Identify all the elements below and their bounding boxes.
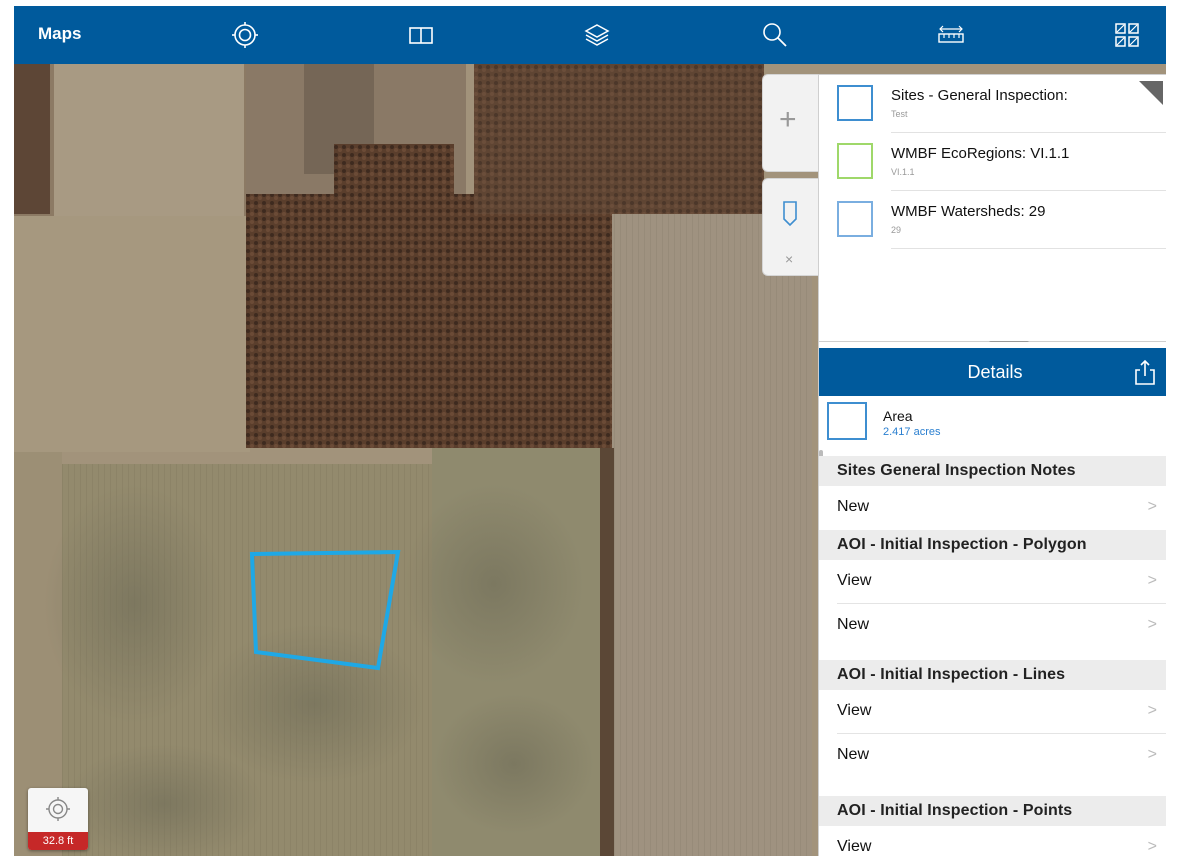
layer-name: WMBF EcoRegions: VI.1.1 [891, 145, 1070, 162]
locate-icon[interactable] [230, 20, 260, 50]
scale-widget[interactable]: 32.8 ft [28, 788, 88, 850]
area-value: 2.417 acres [883, 426, 941, 438]
layer-sub: Test [891, 109, 908, 119]
list-item-new[interactable]: New > [819, 486, 1166, 530]
layers-icon[interactable] [582, 20, 612, 50]
list-item-new[interactable]: New > [819, 734, 1166, 778]
section-header: AOI - Initial Inspection - Polygon [819, 530, 1166, 560]
layers-panel: Sites - General Inspection: Test WMBF Ec… [818, 74, 1166, 345]
chevron-right-icon: > [1147, 498, 1157, 515]
chevron-right-icon: > [1147, 838, 1157, 855]
list-item-view[interactable]: View > [819, 560, 1166, 604]
locate-icon [46, 797, 70, 821]
close-icon[interactable]: × [785, 251, 793, 267]
list-item-view[interactable]: View > [819, 826, 1166, 856]
scale-label: 32.8 ft [28, 832, 88, 850]
section-header: AOI - Initial Inspection - Points [819, 796, 1166, 826]
list-item-new[interactable]: New > [819, 604, 1166, 648]
layer-sub: VI.1.1 [891, 167, 915, 177]
layer-sub: 29 [891, 225, 902, 235]
add-icon: + [779, 103, 797, 136]
layer-swatch [837, 85, 873, 121]
layer-name: Sites - General Inspection: [891, 87, 1068, 104]
details-title: Details [967, 362, 1023, 382]
section-header: AOI - Initial Inspection - Lines [819, 660, 1166, 690]
details-header: Details [819, 348, 1166, 396]
list-item-view[interactable]: View > [819, 690, 1166, 734]
chevron-right-icon: > [1147, 616, 1157, 633]
add-tab[interactable]: + [762, 74, 818, 172]
maps-button[interactable]: Maps [38, 24, 81, 44]
layer-swatch [837, 143, 873, 179]
top-toolbar: Maps [14, 6, 1166, 64]
layer-swatch [837, 201, 873, 237]
divider [891, 248, 1166, 249]
search-icon[interactable] [760, 20, 790, 50]
chevron-right-icon: > [1147, 572, 1157, 589]
identify-tab[interactable]: × [762, 178, 818, 276]
area-label: Area [883, 408, 913, 424]
details-panel: Details Area 2.417 acres Sites General I… [818, 342, 1166, 856]
area-swatch [827, 402, 867, 440]
layer-row[interactable]: WMBF EcoRegions: VI.1.1 VI.1.1 [819, 133, 1166, 191]
pin-icon [783, 201, 797, 227]
layer-name: WMBF Watersheds: 29 [891, 203, 1046, 220]
measure-icon[interactable] [936, 20, 966, 50]
chevron-right-icon: > [1147, 746, 1157, 763]
map-book-icon[interactable] [406, 20, 436, 50]
section-header: Sites General Inspection Notes [819, 456, 1166, 486]
layer-row[interactable]: WMBF Watersheds: 29 29 [819, 191, 1166, 249]
chevron-right-icon: > [1147, 702, 1157, 719]
share-icon[interactable] [1133, 358, 1157, 386]
qr-code-icon[interactable] [1112, 20, 1142, 50]
app-window: Maps 32.8 ft + × Sites - General Inspect… [14, 6, 1166, 856]
area-row: Area 2.417 acres [819, 396, 1166, 452]
layer-row[interactable]: Sites - General Inspection: Test [819, 75, 1166, 133]
